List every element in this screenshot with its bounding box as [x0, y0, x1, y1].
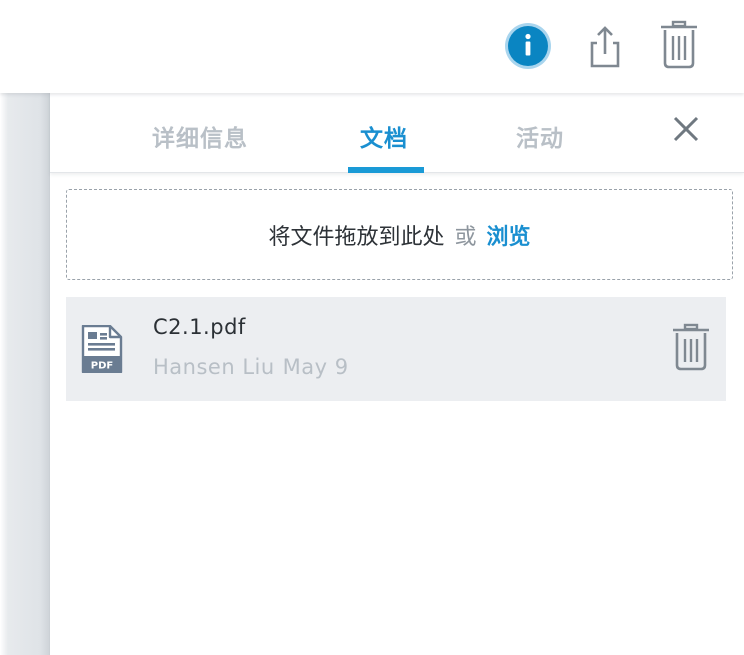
tab-details[interactable]: 详细信息	[152, 119, 248, 152]
pdf-type-label: PDF	[91, 361, 113, 372]
file-date: May 9	[282, 355, 349, 379]
file-meta: Hansen Liu May 9	[153, 355, 349, 379]
browse-link[interactable]: 浏览	[487, 219, 531, 251]
info-icon	[505, 23, 551, 69]
trash-icon	[673, 323, 709, 371]
share-icon	[590, 26, 620, 68]
active-tab-indicator	[348, 167, 424, 173]
details-panel: 详细信息 文档 活动 将文件拖放到此处 或 浏览 PDF C2.1.pdf Ha…	[50, 93, 744, 655]
dropzone-text: 将文件拖放到此处	[268, 224, 445, 250]
share-button[interactable]	[580, 20, 630, 72]
delete-button[interactable]	[654, 20, 704, 72]
file-list-item[interactable]: PDF C2.1.pdf Hansen Liu May 9	[66, 297, 726, 401]
pdf-file-icon: PDF	[81, 325, 123, 373]
close-panel-button[interactable]	[670, 113, 702, 145]
dropzone-or: 或	[454, 224, 477, 250]
left-content-edge	[0, 93, 50, 655]
panel-tabs: 详细信息 文档 活动	[50, 93, 744, 173]
file-dropzone[interactable]: 将文件拖放到此处 或 浏览	[66, 189, 733, 280]
trash-icon	[661, 20, 697, 69]
close-icon	[673, 116, 699, 142]
top-toolbar	[0, 0, 744, 93]
info-button[interactable]	[503, 20, 553, 72]
file-author: Hansen Liu	[153, 355, 275, 379]
tab-activity[interactable]: 活动	[516, 119, 564, 152]
delete-file-button[interactable]	[671, 323, 711, 373]
tab-documents[interactable]: 文档	[360, 119, 408, 152]
file-name[interactable]: C2.1.pdf	[153, 315, 246, 339]
